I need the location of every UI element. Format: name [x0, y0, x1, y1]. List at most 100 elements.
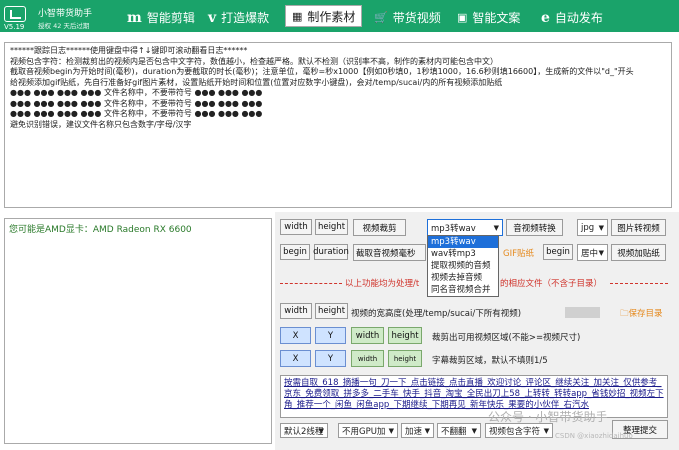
resize-description: 视频的宽高度(处理/temp/sucai/下所有视频) — [351, 309, 522, 319]
chevron-down-icon: ▼ — [388, 426, 394, 435]
divider-line — [610, 283, 668, 284]
license-status: 授权 42 天后过期 — [38, 22, 90, 30]
tab-smart-edit[interactable]: m 智能剪辑 — [127, 7, 195, 28]
v-logo-icon: v — [208, 9, 217, 26]
dropdown-option[interactable]: mp3转wav — [428, 236, 498, 248]
duration-input[interactable]: duration — [313, 244, 349, 260]
cart-icon: 🛒 — [374, 11, 388, 24]
log-line: 视频包含字符：检测裁剪出的视频内是否包含中文字符，数值越小，检查越严格。默认不检… — [10, 56, 498, 66]
save-directory-label: 保存目录 — [628, 309, 663, 319]
filter-keywords-text: 按需自取_618_摘播一句_刀一下_点击链接_点击直播_欢迎讨论_评论区_继续关… — [284, 378, 664, 410]
image-to-video-button[interactable]: 图片转视频 — [611, 219, 666, 236]
chevron-down-icon: ▼ — [471, 426, 477, 435]
gif-sticker-label: GIF贴纸 — [503, 249, 534, 259]
crop-width-input[interactable]: width — [280, 219, 312, 235]
resize-height-input[interactable]: height — [315, 303, 348, 319]
tab-label: 智能剪辑 — [146, 11, 195, 25]
sticker-begin-input[interactable]: begin — [543, 244, 573, 260]
chevron-down-icon: ▼ — [598, 223, 604, 232]
speed-select-value: 加速 — [405, 426, 423, 437]
flip-select-value: 不翻翻 — [441, 426, 467, 437]
title-bar: V5.19 小智带货助手 授权 42 天后过期 m 智能剪辑 v 打造爆款 ▦ … — [0, 0, 679, 32]
crop-height-input[interactable]: height — [315, 219, 348, 235]
gpu-accel-value: 不用GPU加 — [342, 426, 386, 437]
chevron-down-icon: ▼ — [318, 426, 324, 435]
log-line: 给视频添加gif贴纸，先自行准备好gif图片素材，设置贴纸开始时间和位置(位置对… — [10, 77, 503, 87]
log-line: 截取音视频begin为开始时间(毫秒)，duration为要截取的时长(毫秒)；… — [10, 67, 634, 76]
tab-label: 自动发布 — [554, 11, 603, 25]
divider-line — [280, 283, 342, 284]
char-detect-value: 视频包含字符 — [489, 426, 541, 437]
dropdown-option[interactable]: 提取视频的音频 — [428, 260, 498, 272]
log-line: ●●● ●●● ●●● ●●● 文件名称中，不要带符号 ●●● ●●● ●●● — [10, 98, 263, 108]
begin-input[interactable]: begin — [280, 244, 310, 260]
tab-label: 制作素材 — [307, 9, 356, 24]
chevron-down-icon: ▼ — [598, 248, 604, 257]
flip-select[interactable]: 不翻翻 ▼ — [437, 423, 481, 438]
watermark-text: 公众号 · 小智带货助手 — [488, 410, 608, 424]
format-select[interactable]: mp3转wav ▼ — [427, 219, 503, 236]
format-select-value: mp3转wav — [431, 223, 476, 234]
log-textarea[interactable]: ******跟踪日志******使用键盘中得↑↓键即可滚动翻看日志****** 视… — [4, 42, 672, 208]
resize-width-input[interactable]: width — [280, 303, 312, 319]
tab-smart-copy[interactable]: ▣ 智能文案 — [457, 7, 520, 28]
gpu-info-panel: 您可能是AMD显卡：AMD Radeon RX 6600 — [4, 218, 272, 444]
crop-area-description: 裁剪出可用视频区域(不能>=视频尺寸) — [432, 333, 581, 343]
save-directory-link[interactable]: 🗀保存目录 — [620, 307, 663, 322]
tab-auto-publish[interactable]: e 自动发布 — [541, 7, 603, 28]
folder-icon: 🗀 — [620, 309, 629, 319]
log-line: ●●● ●●● ●●● ●●● 文件名称中，不要带符号 ●●● ●●● ●●● — [10, 88, 263, 97]
log-line: 避免识别错误，建议文件名称只包含数字/字母/汉字 — [10, 119, 192, 129]
log-line: ******跟踪日志******使用键盘中得↑↓键即可滚动翻看日志****** — [10, 46, 248, 55]
subtitle-height-input[interactable]: height — [388, 350, 422, 367]
format-dropdown-list: mp3转wav wav转mp3 提取视频的音频 视频去掉音频 同名音视频合并 — [427, 235, 499, 297]
threads-select[interactable]: 默认2线程 ▼ — [280, 423, 328, 438]
add-sticker-button[interactable]: 视频加贴纸 — [611, 244, 666, 261]
position-select[interactable]: 居中 ▼ — [577, 244, 608, 261]
chevron-down-icon: ▼ — [543, 426, 549, 435]
chevron-down-icon: ▼ — [493, 223, 499, 232]
tab-label: 智能文案 — [472, 11, 521, 25]
tab-sales-video[interactable]: 🛒 带货视频 — [374, 7, 441, 28]
e-logo-icon: e — [541, 9, 550, 26]
speed-select[interactable]: 加速 ▼ — [401, 423, 434, 438]
dropdown-option[interactable]: wav转mp3 — [428, 248, 498, 260]
subtitle-x-input[interactable]: X — [280, 350, 311, 367]
char-detect-select[interactable]: 视频包含字符 ▼ — [485, 423, 553, 438]
app-logo-icon — [4, 6, 26, 22]
image-format-value: jpg — [581, 222, 595, 233]
log-line: ●●● ●●● ●●● ●●● 文件名称中，不要带符号 ●●● ●●● ●●● — [10, 109, 263, 118]
position-select-value: 居中 — [581, 248, 599, 259]
area-y-input[interactable]: Y — [315, 327, 346, 344]
area-width-input[interactable]: width — [351, 327, 384, 344]
tab-label: 打造爆款 — [221, 11, 270, 25]
csdn-watermark: CSDN @xiaozhidaihuo — [555, 432, 633, 440]
gpu-accel-select[interactable]: 不用GPU加 ▼ — [338, 423, 398, 438]
notice-text-right: 的相应文件（不含子目录） — [500, 279, 603, 289]
dropdown-option[interactable]: 同名音视频合并 — [428, 284, 498, 296]
m-logo-icon: m — [127, 9, 142, 26]
dropdown-option[interactable]: 视频去掉音频 — [428, 272, 498, 284]
subtitle-area-description: 字幕裁剪区域，默认不填则1/5 — [432, 356, 548, 366]
video-crop-button[interactable]: 视频裁剪 — [353, 219, 406, 236]
tab-hit-maker[interactable]: v 打造爆款 — [208, 7, 269, 28]
grid-icon: ▦ — [292, 9, 303, 23]
notice-text-left: 以上功能均为处理/t — [345, 279, 420, 289]
app-name: 小智带货助手 — [38, 9, 93, 19]
app-version: V5.19 — [4, 23, 25, 31]
image-format-select[interactable]: jpg ▼ — [577, 219, 608, 236]
save-path-field — [565, 307, 600, 318]
threads-select-value: 默认2线程 — [284, 426, 324, 437]
subtitle-width-input[interactable]: width — [351, 350, 384, 367]
av-convert-button[interactable]: 音视频转换 — [506, 219, 563, 236]
gpu-info-text: 您可能是AMD显卡：AMD Radeon RX 6600 — [9, 225, 192, 235]
document-icon: ▣ — [457, 11, 468, 24]
chevron-down-icon: ▼ — [424, 426, 430, 435]
area-x-input[interactable]: X — [280, 327, 311, 344]
subtitle-y-input[interactable]: Y — [315, 350, 346, 367]
area-height-input[interactable]: height — [388, 327, 422, 344]
filter-keywords-textarea[interactable]: 按需自取_618_摘播一句_刀一下_点击链接_点击直播_欢迎讨论_评论区_继续关… — [280, 375, 668, 418]
cut-av-button[interactable]: 截取音视频毫秒 — [353, 244, 426, 261]
tab-make-material[interactable]: ▦ 制作素材 — [285, 5, 363, 27]
tab-label: 带货视频 — [392, 11, 441, 25]
